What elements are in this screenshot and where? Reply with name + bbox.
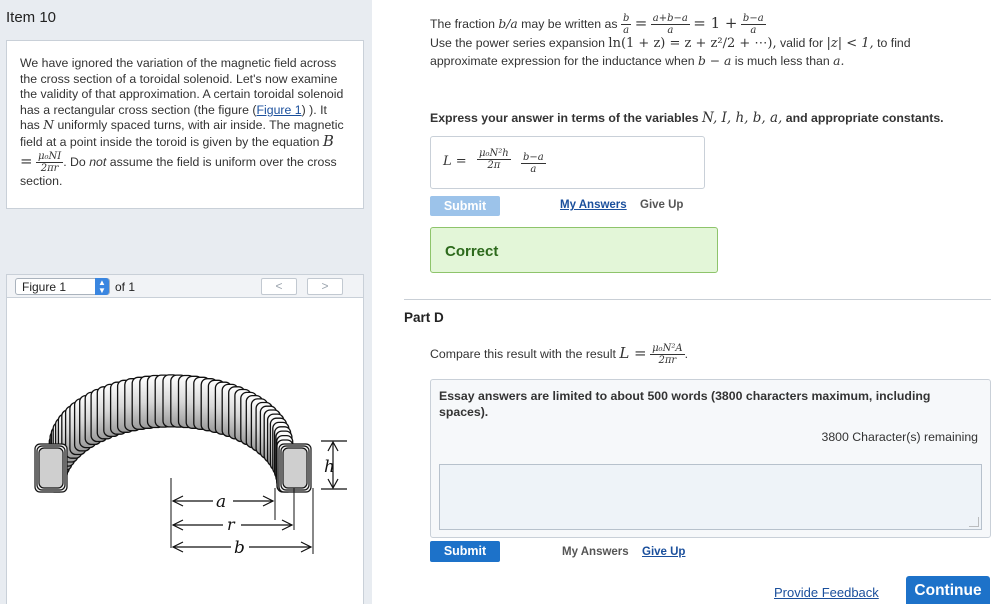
part-c-line-3: approximate expression for the inductanc…: [430, 54, 844, 68]
correct-label: Correct: [445, 243, 499, 260]
essay-textarea[interactable]: [439, 464, 982, 530]
problem-intro: We have ignored the variation of the mag…: [6, 40, 364, 209]
part-c-give-up: Give Up: [640, 199, 684, 211]
characters-remaining: 3800 Character(s) remaining: [821, 430, 978, 444]
frac2-den: a: [667, 25, 674, 36]
answer-frac-1: μ₀N²h 2π: [477, 148, 511, 171]
toroid-coils: [34, 374, 312, 493]
line3-var: a.: [833, 54, 845, 68]
chevron-left-icon: <: [275, 279, 283, 293]
part-c-line-2: Use the power series expansion ln(1 + z)…: [430, 36, 911, 51]
eq-sign-2: = 1 +: [693, 13, 738, 32]
eq-b-den: 2πr: [40, 162, 59, 174]
frac-b-over-a: ba: [620, 13, 632, 36]
figure-next-button[interactable]: >: [307, 278, 343, 295]
intro-text-4: . Do: [63, 154, 86, 169]
part-c-submit-button[interactable]: Submit: [430, 196, 500, 216]
express-text: Express your answer in terms of the vari…: [430, 111, 699, 125]
answer-display: L = μ₀N²h 2π b−a a: [430, 136, 705, 189]
line2-text: Use the power series expansion: [430, 36, 605, 50]
part-c-my-answers-link[interactable]: My Answers: [560, 199, 627, 211]
intro-text-3: uniformly spaced turns, with air inside.…: [20, 118, 344, 149]
frac3-num: b−a: [740, 13, 766, 25]
part-divider: [404, 299, 991, 300]
label-h: h: [324, 457, 335, 477]
compare-lhs: L =: [619, 343, 647, 362]
frac1-den: a: [623, 25, 630, 36]
line3-math: b − a: [697, 54, 732, 68]
part-c-line-1: The fraction b/a may be written as ba = …: [430, 13, 766, 36]
figure-select-value: Figure 1: [22, 280, 67, 294]
compare-fraction: μ₀N²A 2πr: [650, 343, 685, 366]
label-b: b: [234, 538, 245, 558]
line1-var: b/a: [498, 16, 518, 31]
part-d-give-up-link[interactable]: Give Up: [642, 546, 685, 558]
compare-num: μ₀N²A: [650, 343, 685, 355]
eq-b-fraction: μ₀NI 2πr: [36, 150, 64, 174]
line2-text2: valid for: [780, 36, 824, 50]
figure-select[interactable]: Figure 1 ▲ ▼: [15, 278, 110, 295]
label-r: r: [227, 515, 236, 534]
eq-sign-1: =: [634, 13, 648, 32]
toroid-figure: h a r b: [34, 374, 347, 558]
frac2-num: a+b−a: [650, 13, 690, 25]
answer-lhs: L =: [443, 154, 467, 169]
compare-den: 2πr: [658, 355, 677, 366]
eq-b-num: μ₀NI: [36, 150, 64, 163]
frac-expanded: a+b−a a: [650, 13, 690, 36]
essay-instructions: Essay answers are limited to about 500 w…: [439, 389, 931, 419]
essay-panel: Essay answers are limited to about 500 w…: [430, 379, 991, 538]
answer-den2: a: [530, 164, 537, 175]
resize-grip-icon[interactable]: [969, 517, 979, 527]
chevron-right-icon: >: [321, 279, 329, 293]
compare-text: Compare this result with the result: [430, 346, 616, 361]
express-instructions: Express your answer in terms of the vari…: [430, 110, 944, 126]
item-title: Item 10: [6, 9, 57, 26]
part-d-title: Part D: [404, 310, 444, 325]
answer-num2: b−a: [521, 152, 546, 164]
figure-prev-button[interactable]: <: [261, 278, 297, 295]
coil-end-face: [38, 447, 64, 489]
label-a: a: [216, 492, 226, 512]
line3-text: approximate expression for the inductanc…: [430, 54, 695, 68]
provide-feedback-link[interactable]: Provide Feedback: [774, 585, 879, 600]
line1-text: The fraction: [430, 16, 495, 31]
frac1-num: b: [620, 13, 632, 25]
figure-area: h a r b: [6, 298, 364, 604]
var-N: N: [43, 118, 55, 133]
chevron-updown-icon: ▲ ▼: [95, 278, 109, 295]
line2-math2: |z| < 1,: [826, 36, 874, 51]
figure-toolbar: Figure 1 ▲ ▼ of 1 < >: [6, 274, 364, 298]
figure-count: of 1: [115, 280, 136, 294]
figure-link[interactable]: Figure 1: [257, 103, 302, 117]
part-d-submit-button[interactable]: Submit: [430, 541, 500, 562]
coil-end-face: [282, 447, 308, 489]
answer-den1: 2π: [487, 160, 501, 171]
express-text2: and appropriate constants.: [785, 111, 944, 125]
correct-feedback: Correct: [430, 227, 718, 273]
line2-math: ln(1 + z) = z + z²/2 + ⋯),: [608, 36, 777, 51]
part-d-my-answers: My Answers: [562, 546, 629, 558]
line2-text3: to find: [877, 36, 911, 50]
line1-text2: may be written as: [521, 16, 618, 31]
continue-button[interactable]: Continue: [906, 576, 990, 604]
line3-text2: is much less than: [734, 54, 830, 68]
frac3-den: a: [750, 25, 757, 36]
express-vars: N, I, h, b, a,: [702, 110, 783, 126]
answer-num1: μ₀N²h: [477, 148, 511, 160]
compare-line: Compare this result with the result L = …: [430, 343, 688, 366]
intro-not: not: [89, 154, 107, 169]
answer-frac-2: b−a a: [521, 152, 546, 175]
frac-b-minus-a: b−a a: [740, 13, 766, 36]
